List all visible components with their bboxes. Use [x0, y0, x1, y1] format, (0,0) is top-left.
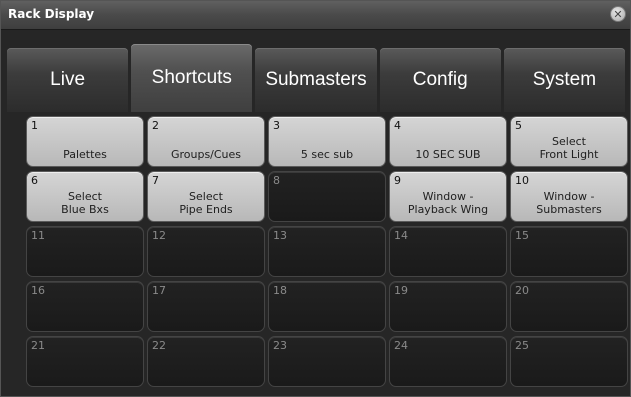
key-number: 19: [394, 284, 408, 297]
shortcut-grid: 1 Palettes 2 Groups/Cues 3 5 sec sub 4 10 SEC S…: [26, 116, 631, 394]
key-number: 16: [31, 284, 45, 297]
key-number: 1: [31, 119, 38, 132]
tab-submasters[interactable]: Submasters: [255, 48, 377, 112]
shortcut-key-3[interactable]: 3 5 sec sub: [268, 116, 386, 167]
key-number: 15: [515, 229, 529, 242]
shortcut-key-17[interactable]: 17: [147, 281, 265, 332]
shortcut-key-22[interactable]: 22: [147, 336, 265, 387]
shortcut-key-2[interactable]: 2 Groups/Cues: [147, 116, 265, 167]
shortcut-key-16[interactable]: 16: [26, 281, 144, 332]
key-label: Window - Submasters: [536, 190, 602, 216]
close-icon[interactable]: ✕: [610, 6, 626, 22]
shortcut-key-11[interactable]: 11: [26, 226, 144, 277]
key-number: 22: [152, 339, 166, 352]
shortcut-key-8[interactable]: 8: [268, 171, 386, 222]
key-number: 12: [152, 229, 166, 242]
key-number: 23: [273, 339, 287, 352]
tab-bar: Live Shortcuts Submasters Config System: [7, 36, 626, 112]
key-number: 7: [152, 174, 159, 187]
shortcut-key-23[interactable]: 23: [268, 336, 386, 387]
shortcut-key-4[interactable]: 4 10 SEC SUB: [389, 116, 507, 167]
key-number: 5: [515, 119, 522, 132]
shortcut-key-13[interactable]: 13: [268, 226, 386, 277]
key-number: 21: [31, 339, 45, 352]
key-label: Select Front Light: [539, 135, 599, 161]
shortcut-key-14[interactable]: 14: [389, 226, 507, 277]
key-number: 4: [394, 119, 401, 132]
key-number: 3: [273, 119, 280, 132]
shortcut-key-20[interactable]: 20: [510, 281, 628, 332]
key-label: 5 sec sub: [300, 148, 354, 161]
key-number: 24: [394, 339, 408, 352]
key-label: Window - Playback Wing: [407, 190, 489, 216]
shortcut-key-25[interactable]: 25: [510, 336, 628, 387]
window-title: Rack Display: [8, 7, 95, 21]
key-label: 10 SEC SUB: [415, 148, 481, 161]
shortcut-key-21[interactable]: 21: [26, 336, 144, 387]
key-number: 18: [273, 284, 287, 297]
key-label: Palettes: [63, 148, 107, 161]
shortcut-key-6[interactable]: 6 Select Blue Bxs: [26, 171, 144, 222]
shortcut-key-10[interactable]: 10 Window - Submasters: [510, 171, 628, 222]
shortcut-key-18[interactable]: 18: [268, 281, 386, 332]
key-label: Select Blue Bxs: [61, 190, 109, 216]
key-number: 6: [31, 174, 38, 187]
shortcut-key-19[interactable]: 19: [389, 281, 507, 332]
key-number: 20: [515, 284, 529, 297]
tab-system[interactable]: System: [503, 48, 626, 112]
shortcut-key-5[interactable]: 5 Select Front Light: [510, 116, 628, 167]
tab-config[interactable]: Config: [379, 48, 501, 112]
key-label: Select Pipe Ends: [179, 190, 233, 216]
tab-live[interactable]: Live: [7, 48, 129, 112]
shortcut-key-24[interactable]: 24: [389, 336, 507, 387]
key-number: 11: [31, 229, 45, 242]
rack-display-window: Rack Display ✕ Live Shortcuts Submasters Co…: [0, 0, 631, 397]
key-number: 17: [152, 284, 166, 297]
shortcut-key-1[interactable]: 1 Palettes: [26, 116, 144, 167]
key-number: 13: [273, 229, 287, 242]
shortcut-key-12[interactable]: 12: [147, 226, 265, 277]
shortcut-key-15[interactable]: 15: [510, 226, 628, 277]
key-number: 14: [394, 229, 408, 242]
key-number: 2: [152, 119, 159, 132]
tab-shortcuts[interactable]: Shortcuts: [131, 44, 253, 112]
key-number: 9: [394, 174, 401, 187]
key-number: 10: [515, 174, 529, 187]
key-label: Groups/Cues: [170, 148, 242, 161]
shortcut-key-7[interactable]: 7 Select Pipe Ends: [147, 171, 265, 222]
title-bar[interactable]: Rack Display ✕: [1, 1, 630, 30]
shortcut-key-9[interactable]: 9 Window - Playback Wing: [389, 171, 507, 222]
key-number: 8: [273, 174, 280, 187]
key-number: 25: [515, 339, 529, 352]
